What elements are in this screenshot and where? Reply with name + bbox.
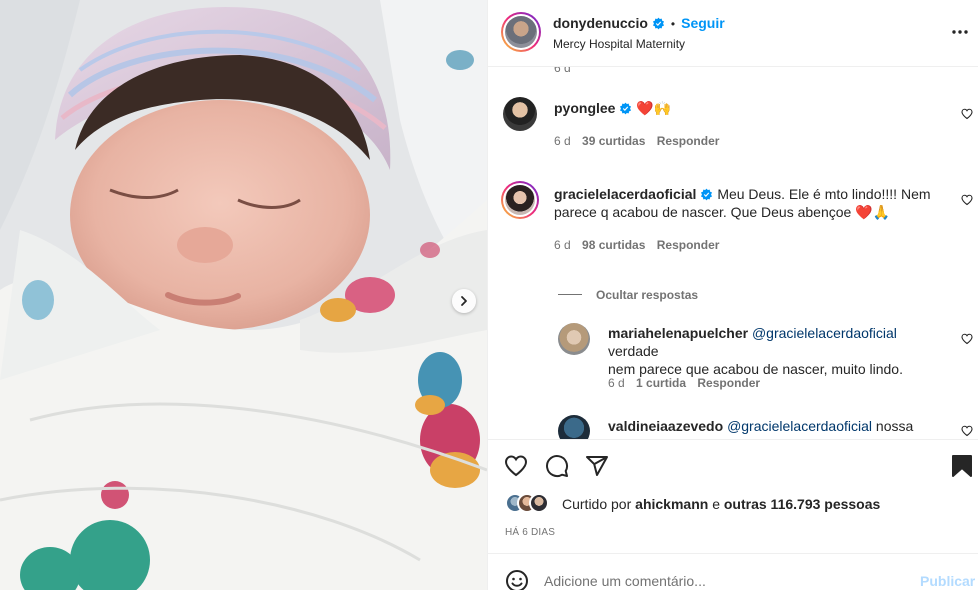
heart-icon[interactable] [504,454,528,478]
comment-text-line1: Meu Deus. Ele é mto lindo!!!! Nem [717,186,931,202]
comment-likes[interactable]: 98 curtidas [582,238,645,252]
hide-replies-label: Ocultar respostas [596,288,699,302]
commenter-avatar[interactable] [503,97,537,131]
verified-badge-icon [620,102,632,115]
replies-divider-line [558,294,582,296]
commenter-username[interactable]: pyonglee [554,100,615,116]
reply-button[interactable]: Responder [697,376,760,390]
reply-time: 6 d [608,376,625,390]
post-actions: Curtido por ahickmann e outras 116.793 p… [488,439,978,553]
reply-item: mariahelenapuelcher @gracielelacerdaofic… [488,320,978,390]
reply-text-line1: nossa [875,418,914,434]
hide-replies-toggle[interactable]: Ocultar respostas [558,286,698,304]
comment-item: pyonglee ❤️🙌 6 d 39 curtidas Responder [488,94,978,154]
newborn-photo [0,0,487,590]
like-comment-heart-icon[interactable] [961,333,973,345]
liked-prefix: Curtido por [562,496,632,512]
post-date[interactable]: HÁ 6 DIAS [505,527,555,538]
verified-badge-icon [701,188,713,201]
separator-dot: • [670,17,676,31]
next-photo-button[interactable] [452,289,476,313]
reply-button[interactable]: Responder [657,238,720,252]
reply-mention[interactable]: @gracielelacerdaoficial [727,418,872,434]
comment-time: 6 d [554,134,571,148]
comments-list[interactable]: 6 d pyonglee ❤️🙌 6 d 39 curtidas Respond… [488,67,978,439]
author-avatar[interactable] [501,12,541,52]
reply-avatar[interactable] [558,415,590,439]
comment-emoji: ❤️🙏 [855,204,891,220]
reply-likes[interactable]: 1 curtida [636,376,686,390]
like-comment-heart-icon[interactable] [961,194,973,206]
comment-item: gracielelacerdaoficial Meu Deus. Ele é m… [488,180,978,260]
post-details-panel: donydenuccio • Seguir Mercy Hospital Mater… [487,0,978,590]
like-comment-heart-icon[interactable] [961,425,973,437]
location-link[interactable]: Mercy Hospital Maternity [553,37,685,51]
reply-mention[interactable]: @gracielelacerdaoficial [752,325,897,341]
reply-text-line2: nem parece que acabou de nascer, muito l… [608,361,903,377]
comment-likes[interactable]: 39 curtidas [582,134,645,148]
post-header: donydenuccio • Seguir Mercy Hospital Mater… [488,0,978,67]
liked-by-text: Curtido por ahickmann e outras 116.793 p… [562,496,880,512]
publish-button[interactable]: Publicar [920,573,975,589]
liked-by-avatars[interactable] [505,493,549,515]
verified-badge-icon [652,17,664,30]
reply-button[interactable]: Responder [657,134,720,148]
partial-comment-time: 6 d [554,67,571,75]
emoji-icon[interactable] [505,569,529,590]
bookmark-icon[interactable] [951,454,973,478]
liked-and: e [712,496,720,512]
comment-input[interactable]: Adicione um comentário... [544,573,706,589]
follow-button[interactable]: Seguir [681,15,725,31]
share-icon[interactable] [585,454,609,478]
comment-time: 6 d [554,238,571,252]
reply-username[interactable]: mariahelenapuelcher [608,325,748,341]
comment-text-line2: parece q acabou de nascer. Que Deus aben… [554,204,852,220]
commenter-username[interactable]: gracielelacerdaoficial [554,186,696,202]
reply-text-line1: verdade [608,343,659,359]
like-comment-heart-icon[interactable] [961,108,973,120]
comment-emoji: ❤️🙌 [636,100,672,116]
chevron-right-icon [461,296,467,306]
add-comment-bar: Adicione um comentário... Publicar [488,553,978,590]
author-username[interactable]: donydenuccio [553,15,648,31]
post-photo[interactable] [0,0,487,590]
comment-icon[interactable] [545,454,569,478]
reply-avatar[interactable] [558,323,590,355]
liked-user[interactable]: ahickmann [635,496,708,512]
reply-item: valdineiaazevedo @gracielelacerdaoficial… [488,415,978,439]
more-options-icon[interactable] [951,23,969,41]
commenter-avatar[interactable] [501,181,539,219]
liked-others[interactable]: outras 116.793 pessoas [724,496,880,512]
reply-username[interactable]: valdineiaazevedo [608,418,723,434]
